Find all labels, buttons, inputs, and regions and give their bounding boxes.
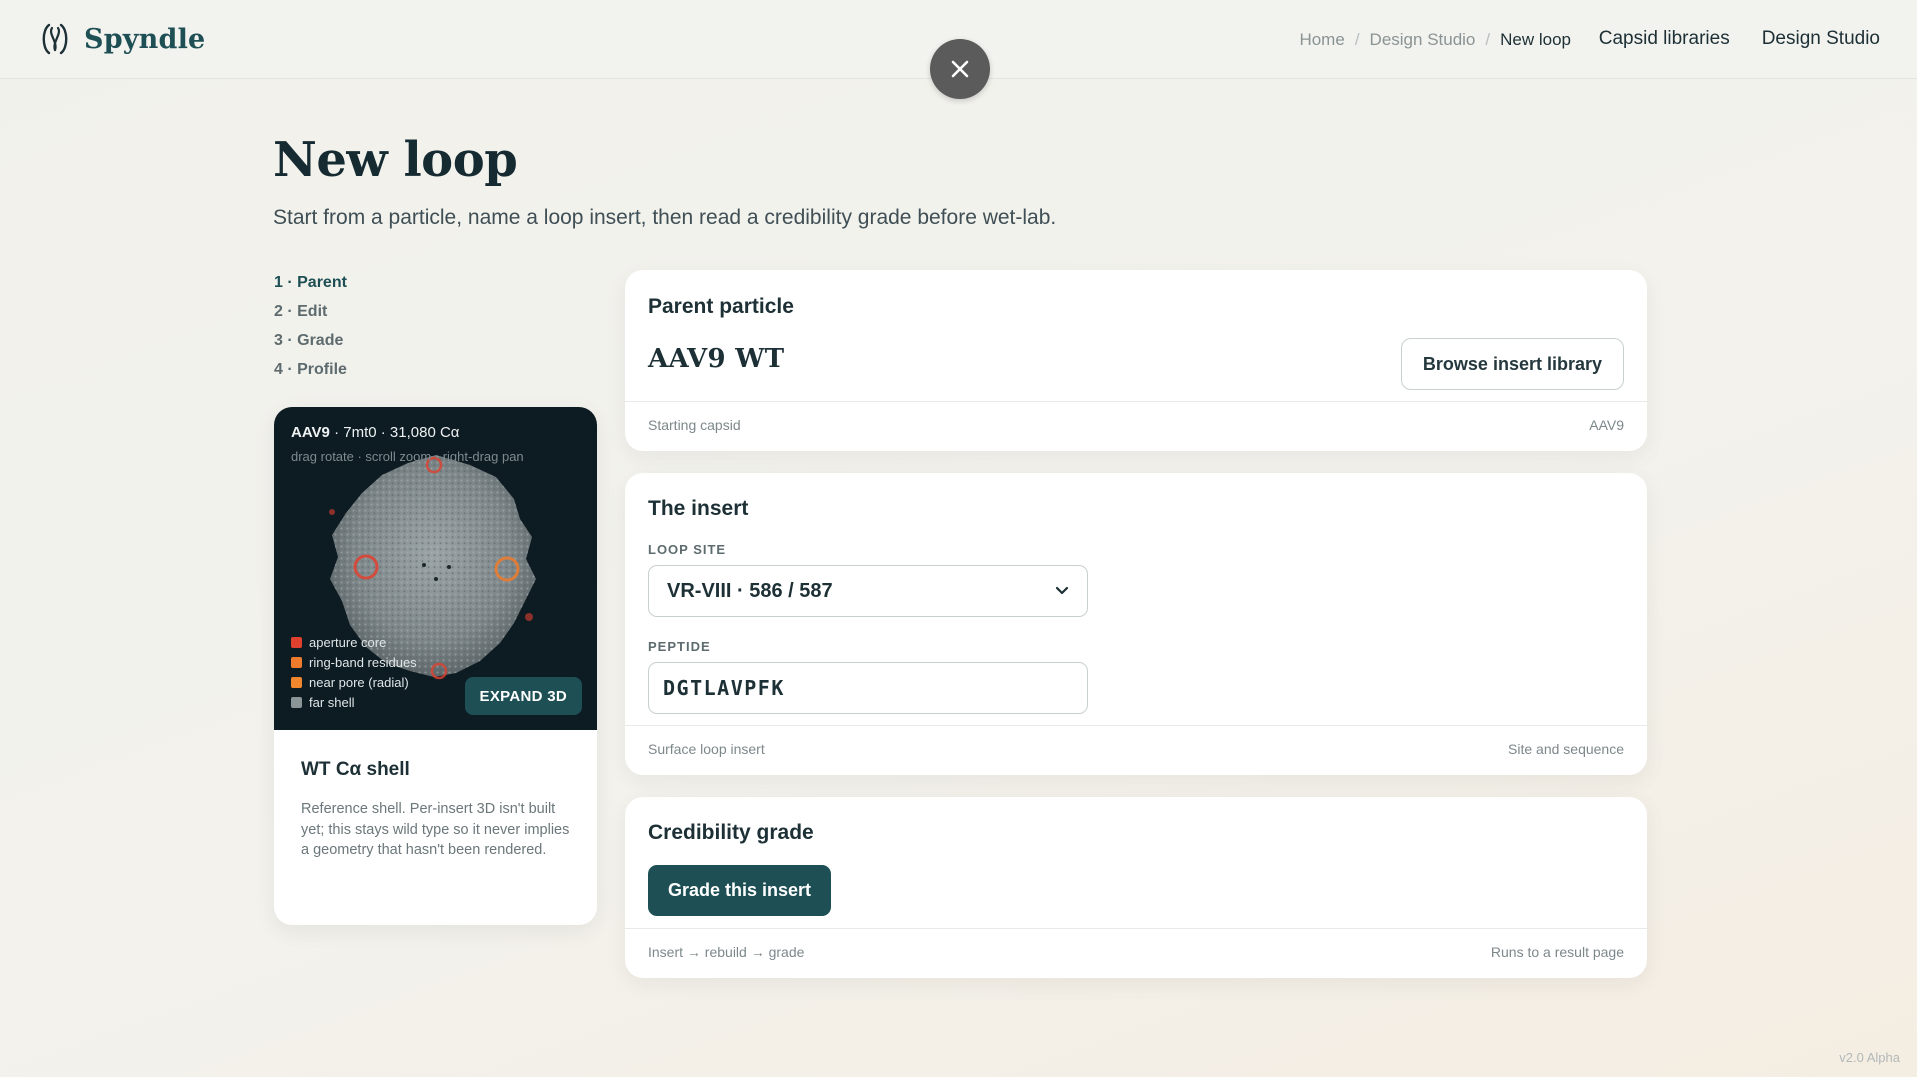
capsid-3d-viewer[interactable]: AAV9 · 7mt0 · 31,080 Cα drag rotate · sc… bbox=[274, 407, 597, 730]
breadcrumb-separator: / bbox=[1485, 30, 1491, 49]
grade-foot-left: Insert → rebuild → grade bbox=[648, 944, 805, 960]
parent-particle-name: AAV9 WT bbox=[648, 344, 785, 374]
legend-swatch-icon bbox=[291, 697, 302, 708]
viewer-hint: drag rotate · scroll zoom · right-drag p… bbox=[291, 449, 524, 464]
breadcrumb-design-studio[interactable]: Design Studio bbox=[1370, 30, 1476, 50]
top-nav: Capsid libraries Design Studio bbox=[1599, 28, 1880, 50]
viewer-title: AAV9 · 7mt0 · 31,080 Cα bbox=[291, 424, 460, 441]
spyndle-logo-icon bbox=[42, 23, 68, 55]
breadcrumb: Home / Design Studio / New loop bbox=[1299, 30, 1571, 50]
loop-site-value: VR-VIII · 586 / 587 bbox=[667, 579, 833, 602]
legend-swatch-icon bbox=[291, 637, 302, 648]
insert-panel: The insert LOOP SITE VR-VIII · 586 / 587… bbox=[625, 473, 1647, 775]
step-grade[interactable]: 3 · Grade bbox=[274, 331, 347, 351]
expand-3d-button[interactable]: EXPAND 3D bbox=[464, 677, 582, 715]
viewer-legend: aperture core ring-band residues near po… bbox=[291, 635, 417, 710]
grade-panel-footer: Insert → rebuild → grade Runs to a resul… bbox=[625, 928, 1647, 978]
parent-foot-right: AAV9 bbox=[1589, 417, 1624, 433]
grade-panel-heading: Credibility grade bbox=[648, 821, 814, 844]
version-label: v2.0 Alpha bbox=[1839, 1050, 1900, 1065]
close-button[interactable] bbox=[930, 39, 990, 99]
browse-insert-library-button[interactable]: Browse insert library bbox=[1400, 338, 1624, 390]
peptide-label: PEPTIDE bbox=[648, 639, 711, 654]
brand-name: Spyndle bbox=[84, 23, 206, 55]
legend-item: ring-band residues bbox=[291, 655, 417, 670]
breadcrumb-separator: / bbox=[1354, 30, 1360, 49]
chevron-down-icon bbox=[1055, 586, 1069, 595]
structure-viewer-card: AAV9 · 7mt0 · 31,080 Cα drag rotate · sc… bbox=[274, 407, 597, 925]
viewer-caption: WT Cα shell bbox=[301, 759, 410, 780]
close-icon bbox=[951, 60, 969, 78]
legend-swatch-icon bbox=[291, 677, 302, 688]
step-edit[interactable]: 2 · Edit bbox=[274, 302, 347, 322]
credibility-grade-panel: Credibility grade Grade this insert Inse… bbox=[625, 797, 1647, 978]
peptide-input[interactable]: DGTLAVPFK bbox=[648, 662, 1088, 714]
insert-panel-heading: The insert bbox=[648, 497, 749, 520]
legend-item: far shell bbox=[291, 695, 417, 710]
legend-item: aperture core bbox=[291, 635, 417, 650]
insert-foot-left: Surface loop insert bbox=[648, 741, 765, 757]
parent-panel-heading: Parent particle bbox=[648, 295, 794, 318]
parent-panel-footer: Starting capsid AAV9 bbox=[625, 401, 1647, 451]
legend-item: near pore (radial) bbox=[291, 675, 417, 690]
breadcrumb-home[interactable]: Home bbox=[1299, 30, 1344, 50]
loop-site-label: LOOP SITE bbox=[648, 542, 727, 557]
grade-foot-right: Runs to a result page bbox=[1490, 944, 1624, 960]
step-parent[interactable]: 1 · Parent bbox=[274, 273, 347, 293]
grade-insert-button[interactable]: Grade this insert bbox=[648, 865, 832, 916]
step-profile[interactable]: 4 · Profile bbox=[274, 360, 347, 380]
insert-foot-right: Site and sequence bbox=[1508, 741, 1624, 757]
nav-design-studio[interactable]: Design Studio bbox=[1762, 28, 1880, 50]
viewer-description: Reference shell. Per-insert 3D isn't bui… bbox=[301, 801, 570, 858]
step-list: 1 · Parent 2 · Edit 3 · Grade 4 · Profil… bbox=[274, 273, 347, 380]
nav-capsid-libraries[interactable]: Capsid libraries bbox=[1599, 28, 1730, 50]
page-subtitle: Start from a particle, name a loop inser… bbox=[273, 206, 1057, 229]
breadcrumb-current: New loop bbox=[1500, 30, 1571, 49]
parent-particle-panel: Parent particle AAV9 WT Browse insert li… bbox=[625, 270, 1647, 451]
parent-foot-left: Starting capsid bbox=[648, 417, 741, 433]
page-title: New loop bbox=[273, 132, 518, 188]
loop-site-select[interactable]: VR-VIII · 586 / 587 bbox=[648, 565, 1088, 617]
brand-home-link[interactable]: Spyndle bbox=[40, 22, 205, 56]
legend-swatch-icon bbox=[291, 657, 302, 668]
insert-panel-footer: Surface loop insert Site and sequence bbox=[625, 725, 1647, 775]
